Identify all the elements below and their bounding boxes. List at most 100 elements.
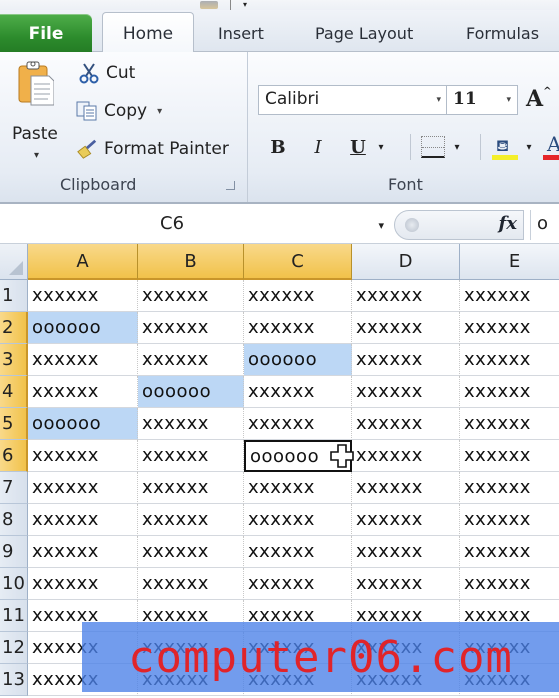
column-header-d[interactable]: D — [352, 244, 460, 280]
column-header-c[interactable]: C — [244, 244, 352, 280]
row-header-7[interactable]: 7 — [0, 472, 28, 504]
underline-options-caret[interactable]: ▾ — [374, 132, 388, 162]
format-painter-button[interactable]: Format Painter — [76, 138, 229, 160]
formula-input[interactable]: o — [530, 210, 559, 240]
font-size-dropdown-icon[interactable]: ▾ — [506, 95, 511, 105]
cell-b5[interactable]: xxxxxx — [138, 408, 244, 440]
cell-e10[interactable]: xxxxxx — [460, 568, 559, 600]
tab-home[interactable]: Home — [102, 12, 194, 54]
row-header-9[interactable]: 9 — [0, 536, 28, 568]
font-color-button[interactable]: A — [542, 132, 559, 162]
underline-button[interactable]: U — [344, 132, 372, 162]
cell-d10[interactable]: xxxxxx — [352, 568, 460, 600]
customize-qat-dropdown[interactable]: ▾ — [243, 1, 247, 9]
cell-e6[interactable]: xxxxxx — [460, 440, 559, 472]
cell-c8[interactable]: xxxxxx — [244, 504, 352, 536]
row-header-13[interactable]: 13 — [0, 664, 28, 696]
cell-c4[interactable]: xxxxxx — [244, 376, 352, 408]
name-box-dropdown-icon[interactable]: ▾ — [378, 219, 384, 232]
cell-c7[interactable]: xxxxxx — [244, 472, 352, 504]
row-header-2[interactable]: 2 — [0, 312, 28, 344]
cell-a3[interactable]: xxxxxx — [28, 344, 138, 376]
row-header-11[interactable]: 11 — [0, 600, 28, 632]
cell-b4[interactable]: oooooo — [138, 376, 244, 408]
cell-d1[interactable]: xxxxxx — [352, 280, 460, 312]
font-size-select[interactable]: 11 ▾ — [446, 85, 518, 115]
cell-e4[interactable]: xxxxxx — [460, 376, 559, 408]
column-header-a[interactable]: A — [28, 244, 138, 280]
row-header-6[interactable]: 6 — [0, 440, 28, 472]
cell-d6[interactable]: xxxxxx — [352, 440, 460, 472]
cell-e8[interactable]: xxxxxx — [460, 504, 559, 536]
column-header-e[interactable]: E — [460, 244, 559, 280]
name-box[interactable]: C6 ▾ — [0, 210, 390, 240]
row-header-10[interactable]: 10 — [0, 568, 28, 600]
bold-button[interactable]: B — [264, 132, 292, 162]
cell-a9[interactable]: xxxxxx — [28, 536, 138, 568]
cell-e5[interactable]: xxxxxx — [460, 408, 559, 440]
paste-button[interactable]: Paste ▾ — [6, 58, 66, 166]
fill-color-button[interactable]: ⛾ — [490, 132, 520, 162]
insert-function-icon[interactable]: fx — [499, 213, 517, 234]
cell-e2[interactable]: xxxxxx — [460, 312, 559, 344]
tab-formulas[interactable]: Formulas — [466, 24, 539, 43]
cell-e3[interactable]: xxxxxx — [460, 344, 559, 376]
cell-c5[interactable]: xxxxxx — [244, 408, 352, 440]
clipboard-dialog-launcher[interactable] — [226, 181, 235, 190]
cell-e1[interactable]: xxxxxx — [460, 280, 559, 312]
cell-a5[interactable]: oooooo — [28, 408, 138, 440]
borders-button[interactable] — [418, 132, 448, 162]
cell-a1[interactable]: xxxxxx — [28, 280, 138, 312]
cell-b2[interactable]: xxxxxx — [138, 312, 244, 344]
cell-b8[interactable]: xxxxxx — [138, 504, 244, 536]
cell-c10[interactable]: xxxxxx — [244, 568, 352, 600]
row-header-1[interactable]: 1 — [0, 280, 28, 312]
cell-c1[interactable]: xxxxxx — [244, 280, 352, 312]
tab-insert[interactable]: Insert — [218, 24, 264, 43]
row-header-4[interactable]: 4 — [0, 376, 28, 408]
cell-d7[interactable]: xxxxxx — [352, 472, 460, 504]
quick-print-icon[interactable] — [200, 1, 218, 9]
cell-b9[interactable]: xxxxxx — [138, 536, 244, 568]
cell-d4[interactable]: xxxxxx — [352, 376, 460, 408]
font-name-dropdown-icon[interactable]: ▾ — [436, 95, 441, 105]
cell-a10[interactable]: xxxxxx — [28, 568, 138, 600]
cell-c2[interactable]: xxxxxx — [244, 312, 352, 344]
italic-button[interactable]: I — [304, 132, 332, 162]
cell-b3[interactable]: xxxxxx — [138, 344, 244, 376]
cell-c3[interactable]: oooooo — [244, 344, 352, 376]
cell-b6[interactable]: xxxxxx — [138, 440, 244, 472]
row-header-5[interactable]: 5 — [0, 408, 28, 440]
cell-d3[interactable]: xxxxxx — [352, 344, 460, 376]
borders-options-caret[interactable]: ▾ — [450, 132, 464, 162]
row-header-8[interactable]: 8 — [0, 504, 28, 536]
cell-b7[interactable]: xxxxxx — [138, 472, 244, 504]
cell-c9[interactable]: xxxxxx — [244, 536, 352, 568]
cell-a7[interactable]: xxxxxx — [28, 472, 138, 504]
cut-button[interactable]: Cut — [78, 62, 135, 84]
copy-options-caret[interactable]: ▾ — [157, 106, 162, 117]
grow-font-button[interactable]: A^ — [526, 86, 551, 112]
font-name-select[interactable]: Calibri ▾ — [258, 85, 448, 115]
cell-a4[interactable]: xxxxxx — [28, 376, 138, 408]
cell-a8[interactable]: xxxxxx — [28, 504, 138, 536]
row-header-12[interactable]: 12 — [0, 632, 28, 664]
cell-d5[interactable]: xxxxxx — [352, 408, 460, 440]
column-header-b[interactable]: B — [138, 244, 244, 280]
fill-color-caret[interactable]: ▾ — [522, 132, 536, 162]
cell-e9[interactable]: xxxxxx — [460, 536, 559, 568]
cell-e7[interactable]: xxxxxx — [460, 472, 559, 504]
cell-d2[interactable]: xxxxxx — [352, 312, 460, 344]
paste-options-caret[interactable]: ▾ — [34, 150, 39, 161]
cell-d8[interactable]: xxxxxx — [352, 504, 460, 536]
formula-bar-resize-handle[interactable] — [405, 218, 419, 232]
select-all-button[interactable] — [0, 244, 28, 280]
copy-button[interactable]: Copy ▾ — [76, 100, 162, 122]
cell-d9[interactable]: xxxxxx — [352, 536, 460, 568]
cell-a6[interactable]: xxxxxx — [28, 440, 138, 472]
row-header-3[interactable]: 3 — [0, 344, 28, 376]
tab-page-layout[interactable]: Page Layout — [315, 24, 413, 43]
cell-b1[interactable]: xxxxxx — [138, 280, 244, 312]
cell-a2[interactable]: oooooo — [28, 312, 138, 344]
tab-file[interactable]: File — [0, 14, 92, 54]
